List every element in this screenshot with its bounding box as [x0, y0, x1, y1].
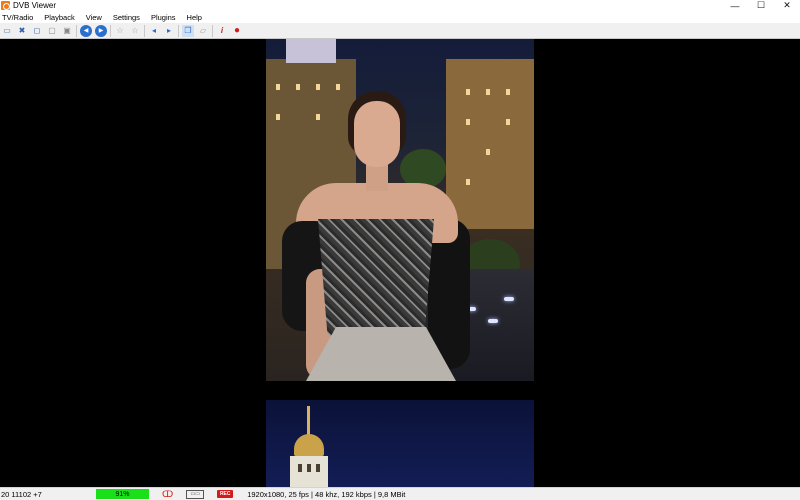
- app-logo-icon: [1, 1, 10, 10]
- toolbar-divider: [212, 24, 213, 37]
- dome: [294, 434, 324, 456]
- face: [354, 101, 400, 167]
- channel-back-icon[interactable]: ◀: [80, 24, 92, 37]
- stream-info: 1920x1080, 25 fps | 48 khz, 192 kbps | 9…: [247, 489, 406, 499]
- menu-bar: TV/Radio Playback View Settings Plugins …: [0, 11, 800, 23]
- spire: [307, 406, 310, 436]
- window-light: [486, 149, 490, 155]
- favorite-star-icon[interactable]: ☆: [114, 25, 126, 37]
- rec-badge: REC: [217, 490, 234, 498]
- car-light: [488, 319, 498, 323]
- title-bar: DVB Viewer — ☐ ✕: [0, 0, 800, 11]
- copy-icon[interactable]: ❐: [182, 24, 194, 37]
- toolbar-divider: [178, 24, 179, 37]
- building: [286, 39, 336, 63]
- toolbar: ▭ ✖ ◻ ▢ ▣ ◀ ▶ ☆ ☆ ◂ ▸ ❐ ▱ i ●: [0, 23, 800, 39]
- menu-view[interactable]: View: [84, 13, 106, 22]
- tower-window: [307, 464, 311, 472]
- toolbar-divider: [144, 24, 145, 37]
- status-bar: 20 11102 +7 91% ↀ ▭▭ REC 1920x1080, 25 f…: [0, 487, 800, 500]
- window-light: [506, 119, 510, 125]
- window-mode-icon[interactable]: ◻: [31, 25, 43, 37]
- tower-window: [298, 464, 302, 472]
- window-light: [486, 89, 490, 95]
- menu-plugins[interactable]: Plugins: [149, 13, 180, 22]
- dolby-icon: ↀ: [162, 488, 174, 499]
- aspect-ratio-icon: ▭▭: [186, 489, 205, 499]
- channel-forward-icon[interactable]: ▶: [95, 24, 107, 37]
- volume-down-icon[interactable]: ◂: [148, 25, 160, 37]
- epg-info-icon[interactable]: i: [216, 25, 228, 37]
- menu-settings[interactable]: Settings: [111, 13, 144, 22]
- menu-playback[interactable]: Playback: [42, 13, 78, 22]
- overlay-icon[interactable]: ▣: [61, 25, 73, 37]
- car-light: [504, 297, 514, 301]
- toolbar-divider: [110, 24, 111, 37]
- monitor-icon[interactable]: ▭: [1, 25, 13, 37]
- maximize-button[interactable]: ☐: [748, 0, 774, 11]
- menu-tv-radio[interactable]: TV/Radio: [0, 13, 37, 22]
- video-frame-top: [266, 39, 534, 381]
- volume-up-icon[interactable]: ▸: [163, 25, 175, 37]
- toolbar-divider: [76, 24, 77, 37]
- tower-window: [316, 464, 320, 472]
- window-light: [506, 89, 510, 95]
- paste-icon[interactable]: ▱: [197, 25, 209, 37]
- presenter: [280, 89, 470, 381]
- tile-icon[interactable]: ▢: [46, 25, 58, 37]
- signal-strength-bar: 91%: [96, 489, 149, 499]
- bell-tower: [290, 456, 328, 487]
- close-button[interactable]: ✕: [774, 0, 800, 11]
- menu-help[interactable]: Help: [185, 13, 206, 22]
- favorite-star-2-icon[interactable]: ☆: [129, 25, 141, 37]
- minimize-button[interactable]: —: [722, 0, 748, 11]
- fullscreen-icon[interactable]: ✖: [16, 25, 28, 37]
- window-title: DVB Viewer: [13, 1, 56, 10]
- video-frame-bottom: [266, 400, 534, 487]
- record-icon[interactable]: ●: [231, 25, 243, 37]
- channel-info: 20 11102 +7: [1, 489, 42, 499]
- video-area[interactable]: [0, 39, 800, 487]
- rec-status: REC: [217, 490, 234, 499]
